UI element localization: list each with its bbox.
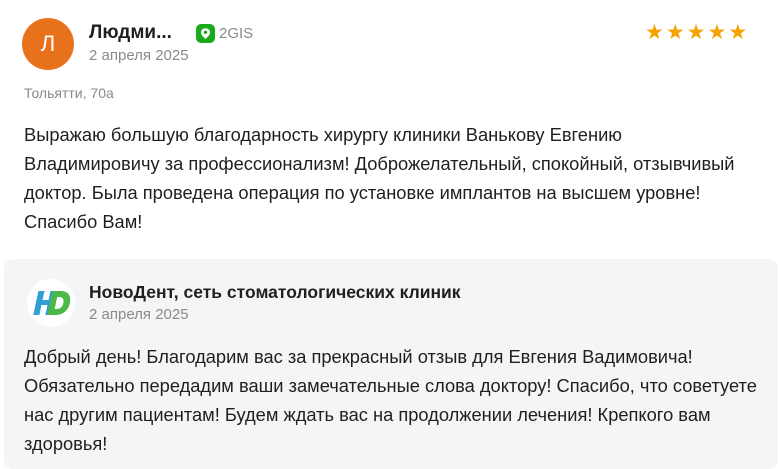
review-address[interactable]: Тольятти, 70а [24, 85, 114, 101]
reply-date: 2 апреля 2025 [89, 306, 189, 323]
reply-text: Добрый день! Благодарим вас за прекрасны… [24, 346, 757, 454]
avatar-letter: Л [40, 31, 56, 56]
review-date: 2 апреля 2025 [89, 47, 189, 64]
review-author-name[interactable]: Людми... [89, 22, 172, 44]
reply-org-name[interactable]: НовоДент, сеть стоматологических клиник [89, 282, 461, 303]
novodent-logo-icon [27, 279, 75, 327]
star-icon: ★ [707, 21, 727, 44]
review-text: Выражаю большую благодарность хирургу кл… [24, 124, 735, 232]
review-source: 2GIS [196, 24, 253, 43]
star-icon: ★ [686, 21, 706, 44]
star-rating: ★ ★ ★ ★ ★ [645, 22, 747, 44]
source-label: 2GIS [219, 25, 254, 42]
star-icon: ★ [645, 21, 664, 44]
star-icon: ★ [728, 21, 748, 44]
company-reply: НовоДент, сеть стоматологических клиник … [4, 259, 778, 469]
star-icon: ★ [665, 21, 685, 44]
2gis-logo-icon [196, 24, 215, 43]
avatar[interactable]: Л [22, 18, 74, 70]
